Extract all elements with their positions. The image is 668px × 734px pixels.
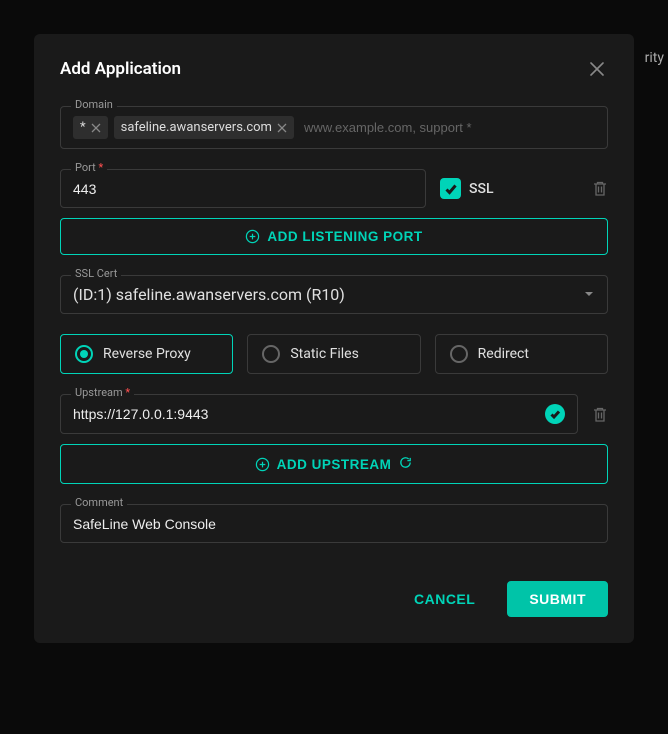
domain-chip: safeline.awanservers.com <box>114 116 294 139</box>
ssl-cert-legend: SSL Cert <box>71 267 121 280</box>
caret-down-icon <box>583 288 595 300</box>
domain-chip-label: * <box>80 120 86 135</box>
upstream-field[interactable]: Upstream <box>60 394 578 434</box>
add-listening-port-button[interactable]: ADD LISTENING PORT <box>60 218 608 255</box>
domain-chip-label: safeline.awanservers.com <box>121 120 272 135</box>
chip-remove-button[interactable] <box>91 123 101 133</box>
delete-port-button[interactable] <box>592 180 608 197</box>
radio-label: Redirect <box>478 346 529 362</box>
comment-legend: Comment <box>71 496 127 509</box>
ssl-label: SSL <box>469 181 494 197</box>
check-icon <box>549 408 561 420</box>
trash-icon <box>592 406 608 423</box>
domain-field[interactable]: Domain * safeline.awanservers.com <box>60 106 608 149</box>
modal-title: Add Application <box>60 59 181 79</box>
add-application-modal: Add Application Domain * safeline.awanse… <box>34 34 634 643</box>
check-icon <box>444 182 458 196</box>
ssl-checkbox[interactable] <box>440 178 461 199</box>
radio-icon <box>75 345 93 363</box>
upstream-valid-indicator <box>545 404 565 424</box>
close-icon <box>277 123 287 133</box>
close-icon <box>590 62 604 76</box>
radio-label: Static Files <box>290 346 359 362</box>
submit-button[interactable]: SUBMIT <box>507 581 608 617</box>
close-icon <box>91 123 101 133</box>
ssl-cert-value: (ID:1) safeline.awanservers.com (R10) <box>73 285 345 304</box>
domain-legend: Domain <box>71 98 117 111</box>
modal-header: Add Application <box>60 58 608 80</box>
domain-input[interactable] <box>300 117 595 138</box>
proxy-type-group: Reverse Proxy Static Files Redirect <box>60 334 608 374</box>
upstream-legend: Upstream <box>71 386 134 399</box>
add-upstream-button[interactable]: ADD UPSTREAM <box>60 444 608 484</box>
upstream-input[interactable] <box>73 406 537 422</box>
radio-label: Reverse Proxy <box>103 346 191 362</box>
trash-icon <box>592 180 608 197</box>
add-listening-port-label: ADD LISTENING PORT <box>267 229 422 244</box>
modal-footer: CANCEL SUBMIT <box>60 581 608 617</box>
chip-remove-button[interactable] <box>277 123 287 133</box>
radio-redirect[interactable]: Redirect <box>435 334 608 374</box>
domain-chip: * <box>73 116 108 139</box>
delete-upstream-button[interactable] <box>592 406 608 423</box>
ssl-cert-field[interactable]: SSL Cert (ID:1) safeline.awanservers.com… <box>60 275 608 314</box>
port-field[interactable]: Port <box>60 169 426 208</box>
radio-static-files[interactable]: Static Files <box>247 334 420 374</box>
radio-reverse-proxy[interactable]: Reverse Proxy <box>60 334 233 374</box>
comment-field[interactable]: Comment <box>60 504 608 543</box>
plus-circle-icon <box>255 457 270 472</box>
dropdown-caret <box>583 285 595 304</box>
port-input[interactable] <box>73 181 413 197</box>
background-partial-text: rity <box>645 50 664 66</box>
add-upstream-label: ADD UPSTREAM <box>277 457 392 472</box>
radio-icon <box>450 345 468 363</box>
cancel-button[interactable]: CANCEL <box>392 581 497 617</box>
comment-input[interactable] <box>73 516 595 532</box>
refresh-icon <box>398 455 413 473</box>
close-button[interactable] <box>586 58 608 80</box>
radio-icon <box>262 345 280 363</box>
plus-circle-icon <box>245 229 260 244</box>
port-legend: Port <box>71 161 107 174</box>
